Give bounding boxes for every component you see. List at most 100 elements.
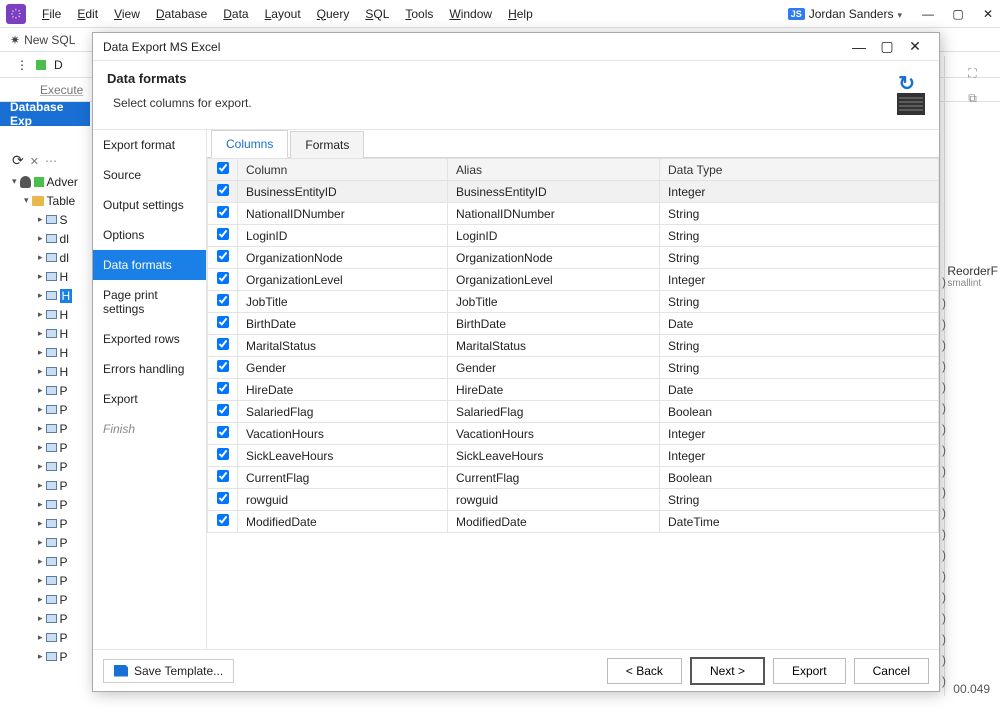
wizard-step-exported-rows[interactable]: Exported rows — [93, 324, 206, 354]
row-alias[interactable]: HireDate — [448, 379, 660, 401]
row-alias[interactable]: rowguid — [448, 489, 660, 511]
menu-file[interactable]: File — [34, 7, 69, 21]
row-column[interactable]: BusinessEntityID — [238, 181, 448, 203]
row-checkbox[interactable] — [208, 445, 238, 467]
row-alias[interactable]: VacationHours — [448, 423, 660, 445]
row-column[interactable]: Gender — [238, 357, 448, 379]
back-button[interactable]: < Back — [607, 658, 682, 684]
row-column[interactable]: LoginID — [238, 225, 448, 247]
subtab-formats[interactable]: Formats — [290, 131, 364, 158]
maximize-button[interactable]: ▢ — [952, 8, 964, 20]
wizard-step-export-format[interactable]: Export format — [93, 130, 206, 160]
menu-sql[interactable]: SQL — [357, 7, 397, 21]
menu-layout[interactable]: Layout — [257, 7, 309, 21]
table-row[interactable]: CurrentFlagCurrentFlagBoolean — [208, 467, 939, 489]
table-row[interactable]: SickLeaveHoursSickLeaveHoursInteger — [208, 445, 939, 467]
row-alias[interactable]: Gender — [448, 357, 660, 379]
row-checkbox[interactable] — [208, 225, 238, 247]
table-row[interactable]: BusinessEntityIDBusinessEntityIDInteger — [208, 181, 939, 203]
row-alias[interactable]: OrganizationLevel — [448, 269, 660, 291]
row-type[interactable]: String — [660, 225, 939, 247]
cancel-button[interactable]: Cancel — [854, 658, 929, 684]
row-checkbox[interactable] — [208, 489, 238, 511]
menu-database[interactable]: Database — [148, 7, 215, 21]
row-column[interactable]: CurrentFlag — [238, 467, 448, 489]
row-alias[interactable]: SickLeaveHours — [448, 445, 660, 467]
row-type[interactable]: Integer — [660, 269, 939, 291]
wizard-step-page-print-settings[interactable]: Page print settings — [93, 280, 206, 324]
row-column[interactable]: HireDate — [238, 379, 448, 401]
row-type[interactable]: Boolean — [660, 401, 939, 423]
row-checkbox[interactable] — [208, 291, 238, 313]
row-checkbox[interactable] — [208, 423, 238, 445]
header-datatype[interactable]: Data Type — [660, 159, 939, 181]
execute-button[interactable]: Execute — [40, 83, 83, 97]
row-alias[interactable]: MaritalStatus — [448, 335, 660, 357]
menu-window[interactable]: Window — [441, 7, 500, 21]
menu-tools[interactable]: Tools — [397, 7, 441, 21]
object-tree[interactable]: ▾ Adver▾ Table▸ S▸ dl▸ dl▸ H▸ H▸ H▸ H▸ H… — [10, 172, 100, 666]
refresh-icon[interactable] — [12, 152, 24, 169]
minimize-button[interactable]: — — [922, 8, 934, 20]
row-checkbox[interactable] — [208, 269, 238, 291]
export-button[interactable]: Export — [773, 658, 846, 684]
row-alias[interactable]: JobTitle — [448, 291, 660, 313]
row-column[interactable]: OrganizationLevel — [238, 269, 448, 291]
row-checkbox[interactable] — [208, 247, 238, 269]
row-type[interactable]: String — [660, 291, 939, 313]
wizard-step-export[interactable]: Export — [93, 384, 206, 414]
row-type[interactable]: Date — [660, 313, 939, 335]
table-row[interactable]: ModifiedDateModifiedDateDateTime — [208, 511, 939, 533]
wizard-step-finish[interactable]: Finish — [93, 414, 206, 444]
row-type[interactable]: Boolean — [660, 467, 939, 489]
collapse-icon[interactable]: ⧉ — [968, 91, 977, 106]
row-type[interactable]: Integer — [660, 423, 939, 445]
dialog-close-button[interactable]: ✕ — [901, 38, 929, 55]
run-icon[interactable] — [36, 60, 46, 70]
more-icon[interactable]: ⋯ — [45, 154, 57, 168]
columns-table-wrap[interactable]: Column Alias Data Type BusinessEntityIDB… — [207, 158, 939, 649]
wizard-step-data-formats[interactable]: Data formats — [93, 250, 206, 280]
row-type[interactable]: String — [660, 247, 939, 269]
table-row[interactable]: HireDateHireDateDate — [208, 379, 939, 401]
row-checkbox[interactable] — [208, 511, 238, 533]
row-column[interactable]: VacationHours — [238, 423, 448, 445]
menu-help[interactable]: Help — [500, 7, 541, 21]
table-row[interactable]: MaritalStatusMaritalStatusString — [208, 335, 939, 357]
header-checkbox[interactable] — [208, 159, 238, 181]
dialog-maximize-button[interactable]: ▢ — [873, 38, 901, 55]
row-column[interactable]: ModifiedDate — [238, 511, 448, 533]
menu-view[interactable]: View — [106, 7, 148, 21]
row-checkbox[interactable] — [208, 203, 238, 225]
row-checkbox[interactable] — [208, 335, 238, 357]
row-alias[interactable]: ModifiedDate — [448, 511, 660, 533]
row-column[interactable]: JobTitle — [238, 291, 448, 313]
row-alias[interactable]: NationalIDNumber — [448, 203, 660, 225]
table-row[interactable]: LoginIDLoginIDString — [208, 225, 939, 247]
row-type[interactable]: String — [660, 335, 939, 357]
row-column[interactable]: OrganizationNode — [238, 247, 448, 269]
toolbar-icon[interactable]: ⋮ — [16, 58, 28, 72]
row-column[interactable]: SalariedFlag — [238, 401, 448, 423]
row-alias[interactable]: LoginID — [448, 225, 660, 247]
subtab-columns[interactable]: Columns — [211, 130, 288, 158]
row-type[interactable]: Integer — [660, 445, 939, 467]
table-row[interactable]: BirthDateBirthDateDate — [208, 313, 939, 335]
row-checkbox[interactable] — [208, 357, 238, 379]
row-column[interactable]: rowguid — [238, 489, 448, 511]
row-alias[interactable]: OrganizationNode — [448, 247, 660, 269]
header-alias[interactable]: Alias — [448, 159, 660, 181]
row-checkbox[interactable] — [208, 401, 238, 423]
table-row[interactable]: rowguidrowguidString — [208, 489, 939, 511]
expand-icon[interactable]: ⛶ — [968, 66, 976, 81]
dialog-minimize-button[interactable]: — — [845, 39, 873, 55]
row-type[interactable]: Integer — [660, 181, 939, 203]
tab-new-sql[interactable]: ✷ New SQL — [10, 33, 75, 47]
menu-edit[interactable]: Edit — [69, 7, 106, 21]
row-checkbox[interactable] — [208, 467, 238, 489]
row-column[interactable]: SickLeaveHours — [238, 445, 448, 467]
row-alias[interactable]: BirthDate — [448, 313, 660, 335]
row-type[interactable]: DateTime — [660, 511, 939, 533]
row-type[interactable]: String — [660, 489, 939, 511]
table-row[interactable]: SalariedFlagSalariedFlagBoolean — [208, 401, 939, 423]
